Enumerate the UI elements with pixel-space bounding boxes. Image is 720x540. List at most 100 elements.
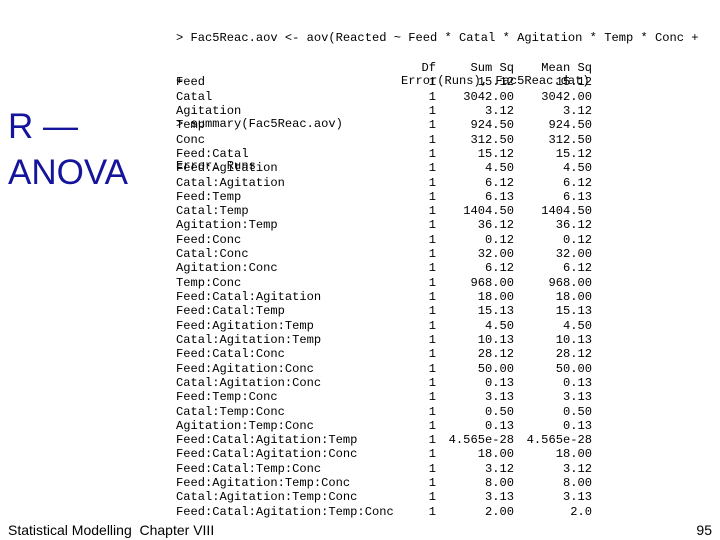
table-row: Temp:Conc 1 968.00 968.00 [176, 276, 592, 290]
cell-df: 1 [428, 461, 436, 476]
table-row: Agitation:Conc 1 6.12 6.12 [176, 261, 592, 275]
cell-term: Feed:Temp [176, 189, 242, 204]
cell-df: 1 [428, 347, 436, 362]
cell-mean-sq: 15.13 [555, 304, 592, 319]
column-header-term [176, 61, 414, 75]
cell-df: 1 [428, 75, 436, 90]
cell-sum-sq: 3.12 [484, 461, 514, 476]
cell-mean-sq: 1404.50 [541, 204, 592, 219]
cell-mean-sq: 15.12 [555, 75, 592, 90]
cell-sum-sq: 4.565e-28 [448, 433, 514, 448]
cell-df: 1 [428, 118, 436, 133]
footer-course-label: Statistical Modelling Chapter VIII [8, 522, 215, 538]
cell-df: 1 [428, 146, 436, 161]
cell-term: Feed:Catal:Agitation [176, 290, 322, 304]
cell-df: 1 [428, 189, 436, 204]
cell-mean-sq: 0.13 [562, 418, 592, 433]
cell-sum-sq: 10.13 [477, 332, 514, 347]
cell-sum-sq: 3042.00 [463, 89, 514, 104]
cell-df: 1 [428, 232, 436, 247]
cell-mean-sq: 18.00 [555, 447, 592, 462]
table-row: Feed:Conc 1 0.12 0.12 [176, 233, 592, 247]
cell-sum-sq: 1404.50 [463, 204, 514, 219]
cell-sum-sq: 32.00 [477, 247, 514, 262]
table-row: Catal 1 3042.00 3042.00 [176, 90, 592, 104]
cell-df: 1 [428, 247, 436, 262]
cell-mean-sq: 312.50 [548, 132, 592, 147]
cell-mean-sq: 3.12 [562, 461, 592, 476]
cell-sum-sq: 968.00 [470, 275, 514, 290]
cell-df: 1 [428, 447, 436, 462]
table-row: Feed:Agitation 1 4.50 4.50 [176, 161, 592, 175]
cell-df: 1 [428, 304, 436, 319]
cell-mean-sq: 2.0 [570, 504, 592, 519]
cell-term: Catal:Agitation [176, 175, 285, 190]
table-row: Feed:Catal 1 15.12 15.12 [176, 147, 592, 161]
cell-df: 1 [428, 161, 436, 176]
cell-mean-sq: 0.13 [562, 375, 592, 390]
cell-term: Catal [176, 89, 213, 104]
cell-term: Agitation:Temp [176, 218, 278, 233]
cell-df: 1 [428, 390, 436, 405]
cell-mean-sq: 4.50 [562, 318, 592, 333]
cell-term: Catal:Agitation:Temp:Conc [176, 490, 358, 505]
cell-sum-sq: 0.50 [484, 404, 514, 419]
table-row: Catal:Conc 1 32.00 32.00 [176, 247, 592, 261]
cell-df: 1 [428, 375, 436, 390]
table-row: Feed:Catal:Temp 1 15.13 15.13 [176, 304, 592, 318]
table-row: Feed:Catal:Agitation 1 18.00 18.00 [176, 290, 592, 304]
cell-term: Feed:Catal [176, 146, 249, 161]
cell-mean-sq: 6.13 [562, 189, 592, 204]
cell-sum-sq: 15.13 [477, 304, 514, 319]
column-header-mean-sq: Mean Sq [541, 61, 592, 75]
table-row: Temp 1 924.50 924.50 [176, 118, 592, 132]
table-row: Catal:Agitation 1 6.12 6.12 [176, 176, 592, 190]
cell-mean-sq: 36.12 [555, 218, 592, 233]
cell-term: Feed:Conc [176, 232, 242, 247]
cell-df: 1 [428, 490, 436, 505]
cell-term: Feed:Temp:Conc [176, 390, 278, 405]
cell-sum-sq: 50.00 [477, 361, 514, 376]
cell-term: Catal:Conc [176, 247, 249, 262]
page-title: R — ANOVA [8, 107, 128, 192]
table-row: Catal:Agitation:Temp:Conc 1 3.13 3.13 [176, 490, 592, 504]
cell-df: 1 [428, 175, 436, 190]
cell-df: 1 [428, 89, 436, 104]
cell-term: Agitation [176, 103, 242, 118]
cell-term: Feed [176, 75, 206, 90]
cell-df: 1 [428, 361, 436, 376]
cell-df: 1 [428, 418, 436, 433]
cell-df: 1 [428, 404, 436, 419]
cell-mean-sq: 3.13 [562, 390, 592, 405]
cell-df: 1 [428, 218, 436, 233]
anova-table: Df Sum Sq Mean Sq Feed 1 15.12 15.12 Catal 1 3… [176, 61, 592, 519]
cell-term: Catal:Agitation:Temp [176, 332, 322, 347]
cell-term: Catal:Agitation:Conc [176, 375, 322, 390]
cell-mean-sq: 924.50 [548, 118, 592, 133]
cell-mean-sq: 10.13 [555, 332, 592, 347]
cell-mean-sq: 32.00 [555, 247, 592, 262]
table-row: Catal:Agitation:Conc 1 0.13 0.13 [176, 376, 592, 390]
cell-df: 1 [428, 476, 436, 491]
table-row: Feed:Catal:Conc 1 28.12 28.12 [176, 347, 592, 361]
table-row: Feed:Agitation:Conc 1 50.00 50.00 [176, 362, 592, 376]
cell-term: Catal:Temp [176, 204, 249, 219]
cell-mean-sq: 968.00 [548, 275, 592, 290]
cell-sum-sq: 312.50 [470, 132, 514, 147]
cell-sum-sq: 6.12 [484, 175, 514, 190]
table-row: Catal:Temp 1 1404.50 1404.50 [176, 204, 592, 218]
cell-sum-sq: 15.12 [477, 146, 514, 161]
cell-term: Feed:Catal:Agitation:Temp:Conc [176, 504, 394, 519]
cell-term: Conc [176, 132, 206, 147]
table-row: Catal:Agitation:Temp 1 10.13 10.13 [176, 333, 592, 347]
cell-mean-sq: 3.13 [562, 490, 592, 505]
cell-sum-sq: 18.00 [477, 290, 514, 304]
cell-sum-sq: 18.00 [477, 447, 514, 462]
cell-term: Feed:Agitation:Temp [176, 318, 314, 333]
table-row: Feed:Catal:Agitation:Conc 1 18.00 18.00 [176, 447, 592, 461]
cell-sum-sq: 28.12 [477, 347, 514, 362]
cell-mean-sq: 6.12 [562, 261, 592, 276]
cell-sum-sq: 6.12 [484, 261, 514, 276]
cell-sum-sq: 3.13 [484, 390, 514, 405]
cell-mean-sq: 4.50 [562, 161, 592, 176]
